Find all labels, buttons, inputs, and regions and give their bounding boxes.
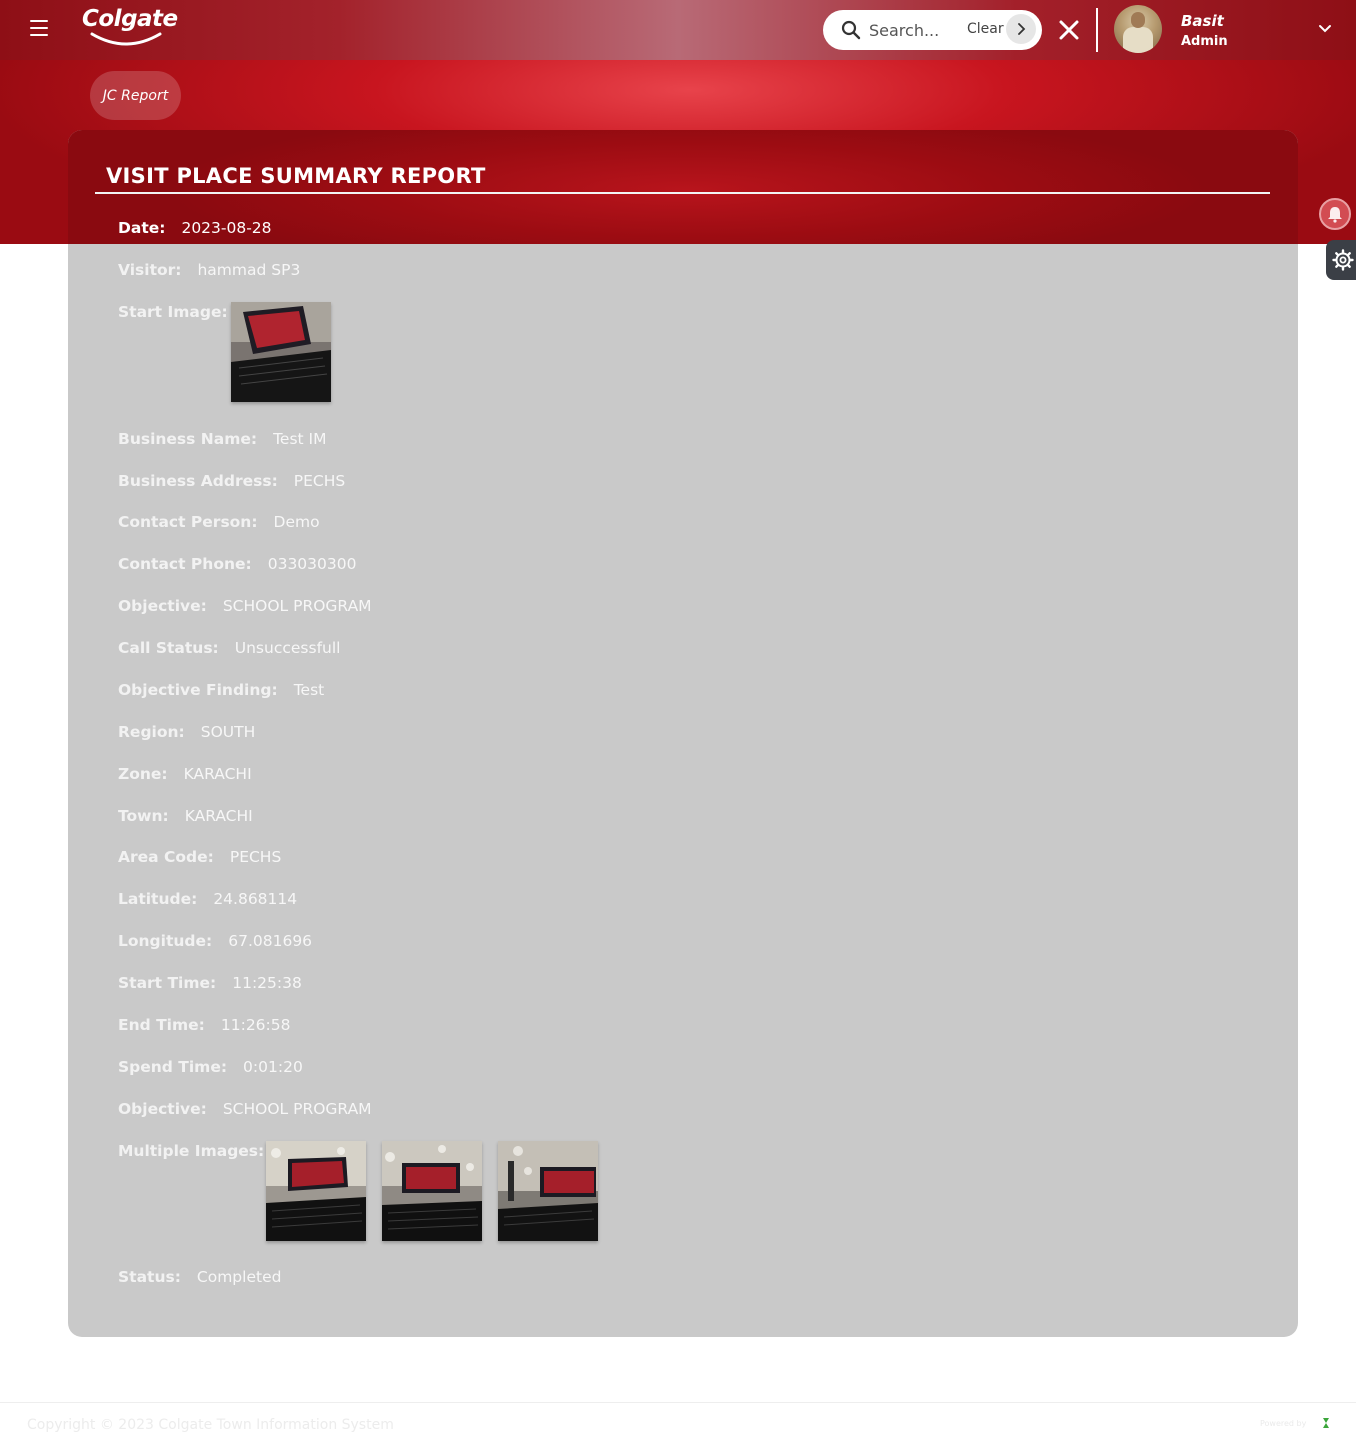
start-image-thumbnail[interactable] <box>231 302 331 402</box>
report-row-business-name: Business Name: Test IM <box>118 428 326 450</box>
field-label: Objective Finding: <box>118 681 278 699</box>
report-row-region: Region: SOUTH <box>118 721 255 743</box>
field-label: Region: <box>118 723 185 741</box>
field-value: PECHS <box>293 472 346 490</box>
header-divider <box>1096 8 1098 52</box>
report-row-status: Status: Completed <box>118 1266 281 1288</box>
powered-by-text: Powered by <box>1260 1419 1307 1428</box>
field-label: Town: <box>118 807 169 825</box>
field-value: Unsuccessfull <box>234 639 341 657</box>
close-icon[interactable] <box>1058 19 1080 41</box>
report-row-area-code: Area Code: PECHS <box>118 846 281 868</box>
field-label: Longitude: <box>118 932 213 950</box>
report-row-date: Date: 2023-08-28 <box>118 217 272 239</box>
field-value: KARACHI <box>184 807 253 825</box>
field-label: Latitude: <box>118 890 198 908</box>
bell-icon <box>1328 207 1342 223</box>
field-value: hammad SP3 <box>197 261 301 279</box>
report-row-objective-finding: Objective Finding: Test <box>118 679 324 701</box>
report-card: VISIT PLACE SUMMARY REPORT Date: 2023-08… <box>68 130 1298 1337</box>
report-title: VISIT PLACE SUMMARY REPORT <box>106 164 486 188</box>
visit-image-thumbnail-2[interactable] <box>382 1141 482 1241</box>
report-row-start-image: Start Image: <box>118 301 244 323</box>
report-row-call-status: Call Status: Unsuccessfull <box>118 637 340 659</box>
field-value: Test IM <box>273 430 327 448</box>
report-row-contact-person: Contact Person: Demo <box>118 511 320 533</box>
field-value: SCHOOL PROGRAM <box>222 597 372 615</box>
field-label: Start Time: <box>118 974 217 992</box>
report-row-multiple-images: Multiple Images: <box>118 1140 280 1162</box>
title-underline <box>95 192 1270 194</box>
field-label: Visitor: <box>118 261 182 279</box>
visit-image-thumbnail-1[interactable] <box>266 1141 366 1241</box>
report-row-spend-time: Spend Time: 0:01:20 <box>118 1056 303 1078</box>
report-row-business-address: Business Address: PECHS <box>118 470 345 492</box>
field-value: 0:01:20 <box>243 1058 303 1076</box>
report-row-start-time: Start Time: 11:25:38 <box>118 972 302 994</box>
field-value: 2023-08-28 <box>181 219 272 237</box>
search-clear-button[interactable]: Clear <box>967 21 1004 37</box>
field-value: KARACHI <box>183 765 252 783</box>
brand-logo[interactable]: Colgate <box>82 4 192 52</box>
user-role: Admin <box>1181 34 1228 49</box>
field-label: Spend Time: <box>118 1058 228 1076</box>
field-label: Contact Phone: <box>118 555 252 573</box>
field-value: PECHS <box>229 848 282 866</box>
field-value: SOUTH <box>200 723 256 741</box>
report-row-objective: Objective: SCHOOL PROGRAM <box>118 595 372 617</box>
field-label: Date: <box>118 219 166 237</box>
logo-swoosh-icon <box>90 32 162 46</box>
status-badge: Completed <box>196 1268 282 1286</box>
field-value: 033030300 <box>267 555 357 573</box>
field-label: Business Name: <box>118 430 258 448</box>
report-row-objective-2: Objective: SCHOOL PROGRAM <box>118 1098 372 1120</box>
field-value: 67.081696 <box>228 932 313 950</box>
avatar[interactable] <box>1114 5 1162 53</box>
search-go-button[interactable] <box>1006 14 1036 44</box>
field-label: Start Image: <box>118 303 228 321</box>
field-value: Test <box>293 681 325 699</box>
chevron-down-icon[interactable] <box>1318 24 1332 34</box>
notification-bell-button[interactable] <box>1319 198 1351 230</box>
report-row-contact-phone: Contact Phone: 033030300 <box>118 553 356 575</box>
breadcrumb-jc-report[interactable]: JC Report <box>90 71 181 120</box>
field-label: Business Address: <box>118 472 278 490</box>
page-footer: Copyright © 2023 Colgate Town Informatio… <box>0 1402 1356 1441</box>
user-name: Basit <box>1181 12 1224 30</box>
report-row-longitude: Longitude: 67.081696 <box>118 930 312 952</box>
gear-icon <box>1332 249 1354 271</box>
report-row-visitor: Visitor: hammad SP3 <box>118 259 300 281</box>
chevron-right-icon <box>1018 23 1026 35</box>
field-label: Zone: <box>118 765 168 783</box>
report-row-zone: Zone: KARACHI <box>118 763 252 785</box>
field-value: Demo <box>273 513 320 531</box>
search-icon[interactable] <box>841 20 861 40</box>
hamburger-menu-icon[interactable] <box>30 20 48 36</box>
field-value: 24.868114 <box>213 890 298 908</box>
field-value: 11:25:38 <box>232 974 302 992</box>
field-label: Objective: <box>118 597 207 615</box>
vendor-logo-icon[interactable] <box>1321 1417 1331 1429</box>
report-row-end-time: End Time: 11:26:58 <box>118 1014 291 1036</box>
visit-image-thumbnail-3[interactable] <box>498 1141 598 1241</box>
field-label: Area Code: <box>118 848 214 866</box>
field-label: Multiple Images: <box>118 1142 265 1160</box>
field-value: SCHOOL PROGRAM <box>222 1100 372 1118</box>
field-value: 11:26:58 <box>220 1016 291 1034</box>
field-label: Contact Person: <box>118 513 258 531</box>
field-label: End Time: <box>118 1016 205 1034</box>
copyright-text: Copyright © 2023 Colgate Town Informatio… <box>27 1417 394 1433</box>
search-input[interactable] <box>869 19 951 41</box>
brand-logo-text: Colgate <box>82 6 178 32</box>
field-label: Status: <box>118 1268 181 1286</box>
field-label: Call Status: <box>118 639 219 657</box>
settings-button[interactable] <box>1326 240 1356 280</box>
field-label: Objective: <box>118 1100 207 1118</box>
report-row-town: Town: KARACHI <box>118 805 253 827</box>
report-row-latitude: Latitude: 24.868114 <box>118 888 297 910</box>
